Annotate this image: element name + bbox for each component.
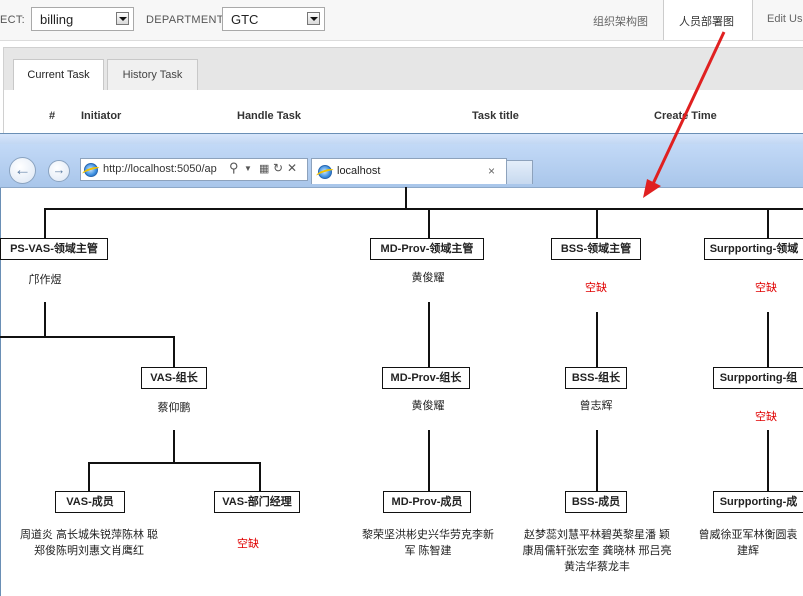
annotation-arrow [643,31,726,198]
annotation-arrow-head [643,179,661,198]
annotation-arrow-line [650,31,726,187]
